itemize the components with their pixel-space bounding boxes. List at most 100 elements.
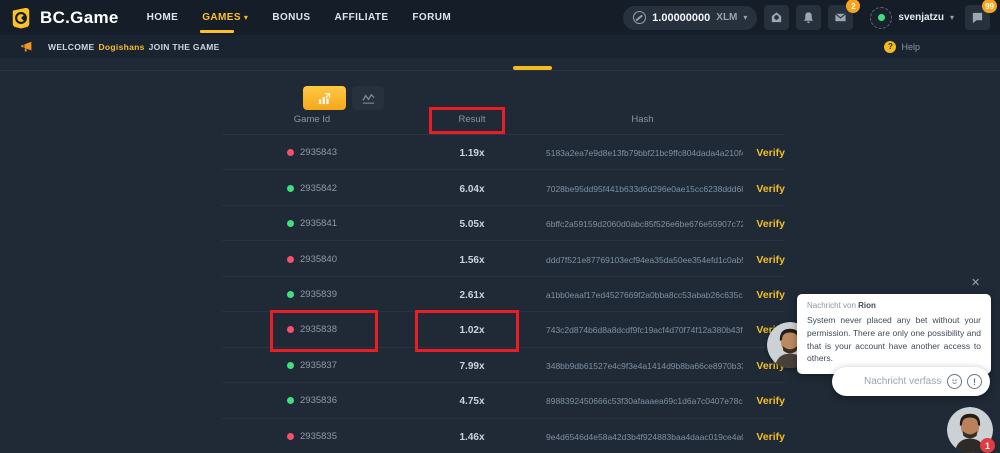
notifications-button[interactable] — [796, 5, 821, 30]
username-label: svenjatzu — [898, 12, 944, 23]
nav-affiliate[interactable]: AFFILIATE — [334, 0, 388, 35]
status-dot — [287, 256, 294, 263]
status-dot — [287, 291, 294, 298]
main-nav: HOME GAMES▾ BONUS AFFILIATE FORUM — [147, 0, 451, 35]
chevron-down-icon: ▾ — [244, 13, 248, 22]
table-row: 2935842 6.04x 7028be95dd95f441b633d6d296… — [222, 170, 785, 205]
result-cell: 1.19x — [402, 143, 542, 161]
verify-button[interactable]: Verify — [756, 254, 785, 266]
verify-cell: Verify — [743, 391, 785, 409]
verify-cell: Verify — [743, 427, 785, 445]
envelope-icon — [834, 11, 847, 24]
chat-badge: 99 — [982, 0, 997, 13]
hash-cell: a1bb0eaaf17ed4527669f2a0bba8cc53abab26c6… — [542, 285, 743, 303]
hash-value: 6bffc2a59159d2060d0abc85f526e6be676e5590… — [546, 219, 743, 229]
result-value: 2.61x — [459, 290, 484, 301]
game-id-value: 2935838 — [300, 324, 337, 335]
header-right-cluster: 1.00000000 XLM ▾ 2 svenjatzu ▾ 99 — [623, 5, 990, 30]
table-row: 2935843 1.19x 5183a2ea7e9d8e13fb79bbf21b… — [222, 135, 785, 170]
game-id-cell: 2935841 — [222, 214, 402, 232]
game-id-value: 2935842 — [300, 183, 337, 194]
vault-icon — [770, 11, 783, 24]
user-menu[interactable]: svenjatzu ▾ — [870, 7, 954, 29]
nav-home[interactable]: HOME — [147, 0, 179, 35]
verify-cell: Verify — [743, 285, 785, 303]
result-cell: 7.99x — [402, 356, 542, 374]
verify-button[interactable]: Verify — [756, 147, 785, 159]
chat-bubble-icon — [971, 11, 984, 24]
welcome-username: Dogishans — [98, 42, 144, 52]
table-row: 2935841 5.05x 6bffc2a59159d2060d0abc85f5… — [222, 206, 785, 241]
hash-value: 8988392450666c53f30afaaaea69c1d6a7c0407e… — [546, 396, 743, 406]
game-id-value: 2935843 — [300, 147, 337, 158]
trend-chart-icon — [361, 92, 376, 105]
alert-icon[interactable]: ! — [967, 374, 982, 389]
chat-button[interactable]: 99 — [965, 5, 990, 30]
chat-meta: Nachricht von Rion — [807, 301, 981, 310]
hash-value: a1bb0eaaf17ed4527669f2a0bba8cc53abab26c6… — [546, 290, 743, 300]
close-icon[interactable]: ✕ — [971, 276, 980, 289]
verify-button[interactable]: Verify — [756, 218, 785, 230]
game-id-cell: 2935842 — [222, 179, 402, 197]
nav-bonus[interactable]: BONUS — [272, 0, 310, 35]
status-dot — [287, 397, 294, 404]
chevron-down-icon: ▾ — [950, 13, 954, 22]
result-value: 1.02x — [459, 325, 484, 336]
game-id-value: 2935841 — [300, 218, 337, 229]
status-dot — [287, 220, 294, 227]
result-cell: 1.02x — [402, 320, 542, 338]
help-icon: ? — [884, 41, 896, 53]
table-row: 2935837 7.99x 348bb9db61527e4c9f3e4a1414… — [222, 348, 785, 383]
chevron-down-icon: ▾ — [743, 13, 747, 22]
welcome-bar: WELCOME Dogishans JOIN THE GAME ? Help — [0, 35, 1000, 58]
messages-button[interactable]: 2 — [828, 5, 853, 30]
vault-button[interactable] — [764, 5, 789, 30]
chat-input-bar: ! — [832, 367, 990, 396]
table-body: 2935843 1.19x 5183a2ea7e9d8e13fb79bbf21b… — [222, 135, 785, 453]
status-dot — [287, 362, 294, 369]
table-row: 2935839 2.61x a1bb0eaaf17ed4527669f2a0bb… — [222, 277, 785, 312]
verify-cell: Verify — [743, 179, 785, 197]
status-dot — [287, 326, 294, 333]
result-cell: 4.75x — [402, 391, 542, 409]
nav-games[interactable]: GAMES▾ — [202, 0, 248, 35]
verify-button[interactable]: Verify — [756, 183, 785, 195]
help-link[interactable]: ? Help — [884, 35, 920, 58]
game-id-value: 2935835 — [300, 431, 337, 442]
megaphone-icon — [20, 41, 34, 53]
bell-icon — [802, 11, 815, 24]
hash-cell: 8988392450666c53f30afaaaea69c1d6a7c0407e… — [542, 391, 743, 409]
verify-button[interactable]: Verify — [756, 395, 785, 407]
balance-selector[interactable]: 1.00000000 XLM ▾ — [623, 6, 757, 30]
game-id-value: 2935840 — [300, 254, 337, 265]
status-dot — [287, 149, 294, 156]
chat-message-input[interactable] — [864, 376, 942, 387]
result-cell: 5.05x — [402, 214, 542, 232]
table-header: Game Id Result Hash — [222, 105, 785, 135]
col-header-game-id: Game Id — [222, 114, 402, 125]
hash-value: 9e4d6546d4e58a42d3b4f924883baa4daac019ce… — [546, 432, 743, 442]
welcome-label: WELCOME — [48, 42, 94, 52]
brand-name: BC.Game — [40, 8, 119, 28]
nav-forum[interactable]: FORUM — [412, 0, 451, 35]
game-id-value: 2935837 — [300, 360, 337, 371]
xlm-coin-icon — [633, 11, 646, 24]
verify-button[interactable]: Verify — [756, 431, 785, 443]
join-label: JOIN THE GAME — [149, 42, 220, 52]
messages-badge: 2 — [846, 0, 860, 13]
verify-button[interactable]: Verify — [756, 289, 785, 301]
result-value: 6.04x — [459, 184, 484, 195]
table-row: 2935836 4.75x 8988392450666c53f30afaaaea… — [222, 383, 785, 418]
verify-cell: Verify — [743, 214, 785, 232]
bcgame-logo-icon — [10, 7, 32, 29]
brand-logo[interactable]: BC.Game — [10, 7, 119, 29]
game-results-table: Game Id Result Hash 2935843 1.19x 5183a2… — [222, 105, 785, 453]
game-id-cell: 2935838 — [222, 320, 402, 338]
unread-badge: 1 — [980, 438, 995, 453]
result-value: 1.56x — [459, 255, 484, 266]
verify-cell: Verify — [743, 250, 785, 268]
game-id-cell: 2935835 — [222, 427, 402, 445]
emoji-icon[interactable] — [947, 374, 962, 389]
chat-contact-avatar[interactable]: 1 — [947, 407, 993, 453]
balance-amount: 1.00000000 — [652, 12, 710, 24]
